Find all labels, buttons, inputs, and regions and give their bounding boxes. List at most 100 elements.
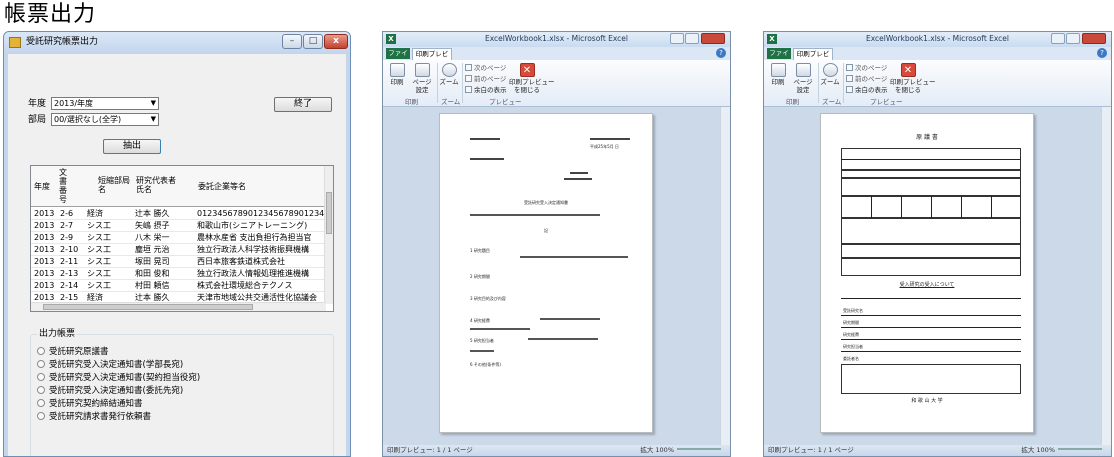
radio-report-3[interactable]: 受託研究受入決定通知書(契約担当役宛) [37,373,200,384]
text-line [540,318,600,320]
col-doc-no[interactable]: 文書番号 [59,168,71,204]
tab-file[interactable]: ファイル [386,48,410,68]
show-margins-checkbox[interactable]: 余白の表示 [846,86,888,94]
page-setup-button[interactable]: ページ 設定 [409,63,435,94]
page-title: 帳票出力 [4,2,97,27]
tab-print-preview[interactable]: 印刷プレビュー [412,48,452,69]
table-row[interactable]: 2013 2-10 シス工 塵垣 元治 独立行政法人科学技術振興機構 [31,244,324,256]
zoom-control[interactable]: 拡大 100% [640,445,724,456]
doc-row-3: 研究経費 [843,332,859,337]
zoom-label: 拡大 [1021,446,1035,454]
form-section [841,218,1021,244]
print-button[interactable]: 印刷 [387,63,407,86]
close-button[interactable] [1082,33,1106,44]
magnifier-icon [822,63,838,77]
end-button[interactable]: 終了 [274,97,332,112]
doc-footer: 和 歌 山 大 学 [911,398,943,404]
prev-page-button[interactable]: 前のページ [846,75,887,83]
minimize-button[interactable] [1051,33,1065,44]
col-company[interactable]: 委託企業等名 [198,182,246,191]
ribbon-group-zoom: ズーム [441,98,461,106]
help-icon[interactable]: ? [716,48,726,58]
maximize-button[interactable] [685,33,699,44]
grid-vertical-scrollbar[interactable] [324,166,333,304]
excel-titlebar: X ExcelWorkbook1.xlsx - Microsoft Excel [764,32,1111,47]
cell-dept: シス工 [87,233,111,242]
cell-dept: シス工 [87,221,111,230]
ribbon-group-print: 印刷 [405,98,418,106]
zoom-slider[interactable] [1058,448,1102,450]
doc-title: 受託研究受入決定通知書 [524,200,568,205]
grid-horizontal-scrollbar[interactable] [31,302,326,311]
excel-window-1: X ExcelWorkbook1.xlsx - Microsoft Excel … [382,31,731,457]
extract-button[interactable]: 抽出 [103,139,161,154]
zoom-button[interactable]: ズーム [439,63,459,86]
next-page-button[interactable]: 次のページ [465,64,506,72]
text-line [590,138,630,140]
radio-report-4[interactable]: 受託研究受入決定通知書(委託先宛) [37,386,183,397]
cell-doc-no: 2-14 [60,281,79,290]
close-preview-label: 印刷プレビュー を閉じる [509,78,555,94]
maximize-button[interactable]: □ [303,34,323,49]
show-margins-label: 余白の表示 [474,86,507,94]
ribbon-group-print: 印刷 [786,98,799,106]
zoom-control[interactable]: 拡大 100% [1021,445,1105,456]
prev-page-button[interactable]: 前のページ [465,75,506,83]
doc-line-1: 1 研究題目 [470,248,490,253]
print-button[interactable]: 印刷 [768,63,788,86]
preview-vertical-scrollbar[interactable] [1101,107,1111,445]
dept-value: 00/選択なし(全学) [54,115,122,124]
table-row[interactable]: 2013 2-13 シス工 和田 俊和 独立行政法人情報処理推進機構 [31,268,324,280]
status-text: 印刷プレビュー: 1 / 1 ページ [768,446,854,454]
show-margins-checkbox[interactable]: 余白の表示 [465,86,507,94]
page-setup-icon [414,63,430,77]
preview-vertical-scrollbar[interactable] [720,107,730,445]
col-year[interactable]: 年度 [34,182,50,191]
close-button[interactable] [701,33,725,44]
cell-pi: 八木 栄一 [135,233,170,242]
radio-circle-icon [37,386,45,394]
text-line [470,214,600,216]
preview-page: 平成25年5月 日 受託研究受入決定通知書 記 1 研究題目 2 研究期間 3 … [439,113,653,433]
radio-report-6[interactable]: 受託研究請求書発行依頼書 [37,412,151,423]
zoom-slider[interactable] [677,448,721,450]
printer-icon [770,63,786,77]
close-button[interactable]: x [324,34,348,49]
next-page-button[interactable]: 次のページ [846,64,887,72]
doc-subtitle: 受入研究の受入について [899,282,955,288]
scroll-thumb[interactable] [43,304,253,310]
close-preview-button[interactable]: ✕ 印刷プレビュー を閉じる [890,63,936,94]
minimize-button[interactable]: – [282,34,302,49]
maximize-button[interactable] [1066,33,1080,44]
table-row[interactable]: 2013 2-14 シス工 村田 頼信 株式会社環境総合テクノス [31,280,324,292]
help-icon[interactable]: ? [1097,48,1107,58]
table-row[interactable]: 2013 2-11 シス工 塚田 晃司 西日本旅客鉄道株式会社 [31,256,324,268]
dept-select[interactable]: 00/選択なし(全学) ▼ [51,113,159,126]
close-preview-button[interactable]: ✕ 印刷プレビュー を閉じる [509,63,555,94]
table-row[interactable]: 2013 2-7 シス工 矢嶋 摂子 和歌山市(シニアトレーニング) [31,220,324,232]
page-setup-button[interactable]: ページ 設定 [790,63,816,94]
form-line [841,339,1021,340]
tab-file[interactable]: ファイル [767,48,791,68]
close-preview-icon: ✕ [519,63,535,77]
prev-page-label: 前のページ [855,75,888,83]
col-dept[interactable]: 短縮部局名 [98,176,132,194]
tab-print-preview[interactable]: 印刷プレビュー [793,48,833,69]
zoom-button[interactable]: ズーム [820,63,840,86]
minimize-button[interactable] [670,33,684,44]
page-setup-label: ページ 設定 [793,78,813,94]
radio-report-5[interactable]: 受託研究契約締結通知書 [37,399,143,410]
next-page-icon [846,64,853,71]
radio-report-2[interactable]: 受託研究受入決定通知書(学部長宛) [37,360,183,371]
year-select[interactable]: 2013/年度 ▼ [51,97,159,110]
radio-report-1[interactable]: 受託研究原議書 [37,347,109,358]
table-row[interactable]: 2013 2-6 経済 辻本 勝久 0123456789012345678901… [31,208,324,220]
zoom-value: 100% [1036,446,1055,454]
result-grid[interactable]: 年度 文書番号 短縮部局名 研究代表者氏名 委託企業等名 2013 2-6 経済… [30,165,334,312]
close-preview-icon: ✕ [900,63,916,77]
col-pi[interactable]: 研究代表者氏名 [136,176,178,194]
table-row[interactable]: 2013 2-9 シス工 八木 栄一 農林水産省 支出負担行為担当官 [31,232,324,244]
doc-line-2: 2 研究期間 [470,274,490,279]
form-section [841,364,1021,394]
scroll-thumb[interactable] [326,192,332,234]
